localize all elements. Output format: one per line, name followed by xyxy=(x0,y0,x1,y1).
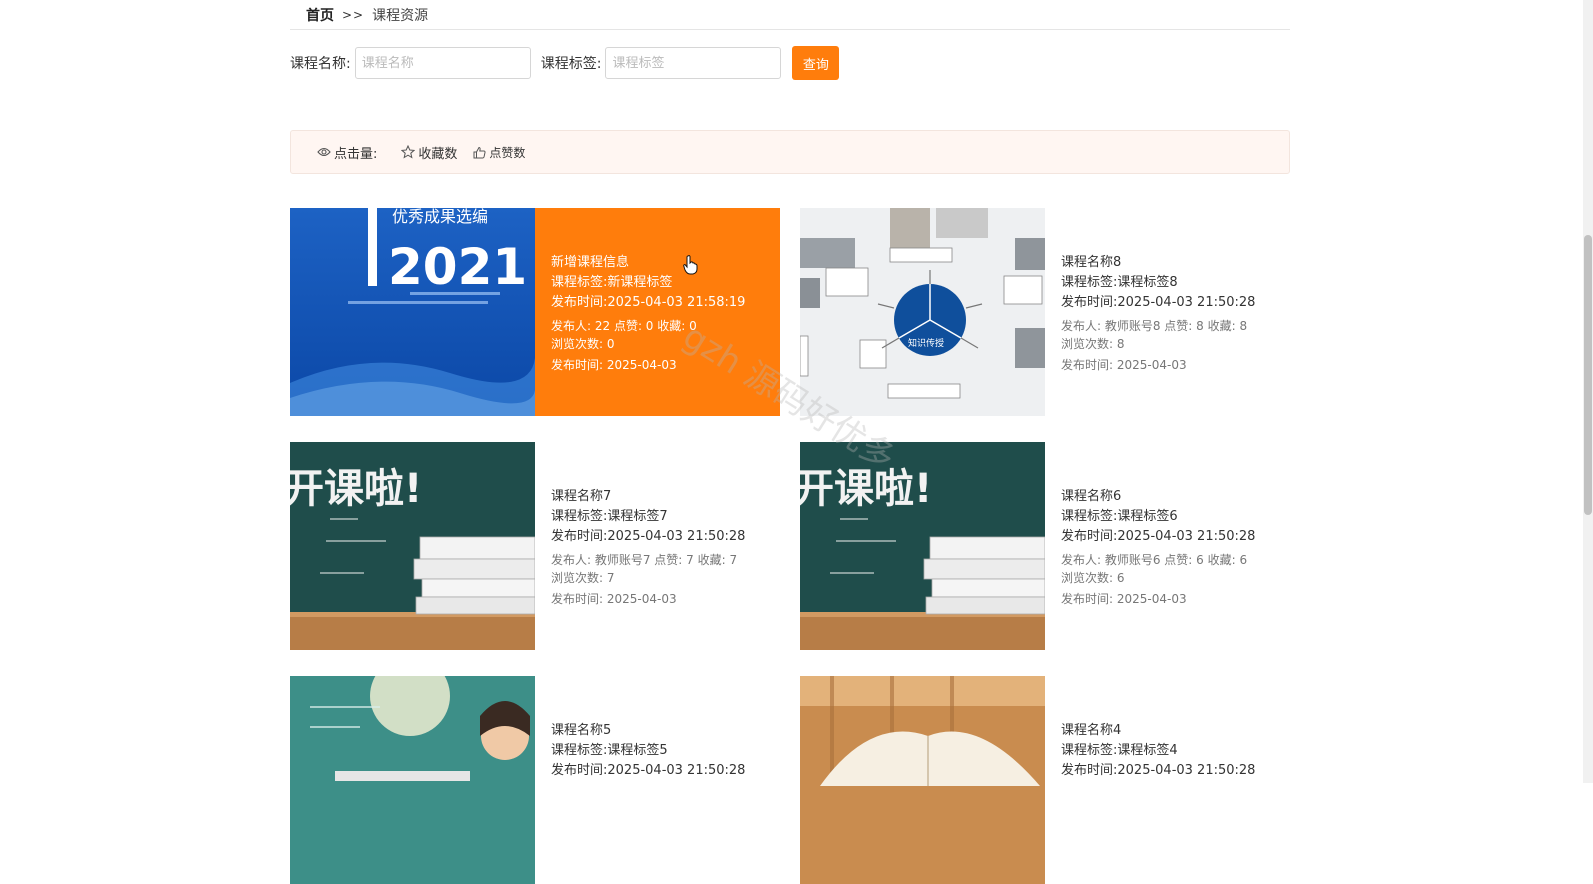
course-info: 课程名称6 课程标签:课程标签6 发布时间:2025-04-03 21:50:2… xyxy=(1045,442,1290,650)
course-title: 新增课程信息 xyxy=(551,255,630,270)
course-date: 发布时间: 2025-04-03 xyxy=(551,592,677,606)
course-stats: 发布人: 教师账号8 点赞: 8 收藏: 8 xyxy=(1061,319,1248,333)
course-card[interactable]: 课程名称5 课程标签:课程标签5 发布时间:2025-04-03 21:50:2… xyxy=(290,676,780,884)
course-date: 发布时间: 2025-04-03 xyxy=(1061,358,1187,372)
course-info: 课程名称5 课程标签:课程标签5 发布时间:2025-04-03 21:50:2… xyxy=(535,676,780,884)
thumb-chalk-text: 开课啦! xyxy=(800,466,932,512)
course-date: 发布时间: 2025-04-03 xyxy=(1061,592,1187,606)
search-form: 课程名称: 课程标签: 查询 xyxy=(290,46,840,80)
thumb-year-text: 2021 xyxy=(388,238,527,296)
course-title: 课程名称4 xyxy=(1061,723,1122,738)
course-stats: 发布人: 22 点赞: 0 收藏: 0 xyxy=(551,319,697,333)
course-views: 浏览次数: 7 xyxy=(551,571,615,585)
course-info: 新增课程信息 课程标签:新课程标签 发布时间:2025-04-03 21:58:… xyxy=(535,208,780,416)
sort-by-clicks[interactable]: 点击量: xyxy=(317,143,377,162)
course-name-label: 课程名称: xyxy=(290,56,351,72)
sort-by-favorites[interactable]: 收藏数 xyxy=(401,143,457,162)
course-card[interactable]: 课程名称4 课程标签:课程标签4 发布时间:2025-04-03 21:50:2… xyxy=(800,676,1290,884)
course-thumbnail[interactable]: 知识传授 xyxy=(800,208,1045,416)
course-tag: 课程标签:课程标签4 xyxy=(1061,743,1178,758)
course-publish-time: 发布时间:2025-04-03 21:50:28 xyxy=(551,529,746,544)
star-icon xyxy=(401,145,416,159)
eye-icon xyxy=(317,147,331,157)
course-tag: 课程标签:课程标签6 xyxy=(1061,509,1178,524)
course-thumbnail[interactable] xyxy=(800,676,1045,884)
course-tag-input[interactable] xyxy=(605,47,782,79)
sort-by-likes[interactable]: 点赞数 xyxy=(473,144,525,161)
course-tag-label: 课程标签: xyxy=(540,56,602,72)
course-name-input[interactable] xyxy=(354,47,531,79)
course-title: 课程名称6 xyxy=(1061,489,1122,504)
course-views: 浏览次数: 0 xyxy=(551,337,615,351)
sort-favorites-label: 收藏数 xyxy=(418,146,458,162)
course-title: 课程名称8 xyxy=(1061,255,1122,270)
course-views: 浏览次数: 6 xyxy=(1061,571,1125,585)
sort-clicks-label: 点击量: xyxy=(334,146,378,162)
course-publish-time: 发布时间:2025-04-03 21:50:28 xyxy=(1061,763,1256,778)
course-card[interactable]: 开课啦! 课程名称7 课程标签:课程标签7 发布时间:2025-04-03 21… xyxy=(290,442,780,650)
course-publish-time: 发布时间:2025-04-03 21:50:28 xyxy=(1061,295,1256,310)
sort-bar: 点击量: 收藏数 点赞数 xyxy=(290,130,1290,174)
hand-cursor-icon xyxy=(683,255,699,279)
breadcrumb-separator: >> xyxy=(342,8,365,22)
course-tag: 课程标签:课程标签8 xyxy=(1061,275,1178,290)
course-tag: 课程标签:课程标签7 xyxy=(551,509,668,524)
course-stats: 发布人: 教师账号7 点赞: 7 收藏: 7 xyxy=(551,553,738,567)
course-card[interactable]: 开课啦! 课程名称6 课程标签:课程标签6 发布时间:2025-04-03 21… xyxy=(800,442,1290,650)
course-title: 课程名称5 xyxy=(551,723,612,738)
course-card[interactable]: 优秀成果选编 2021 新增课程信息 课程标签:新课程标签 发布时间:2025-… xyxy=(290,208,780,416)
course-thumbnail[interactable]: 开课啦! xyxy=(290,442,535,650)
thumb-chalk-text: 开课啦! xyxy=(290,466,422,512)
course-publish-time: 发布时间:2025-04-03 21:50:28 xyxy=(551,763,746,778)
course-card[interactable]: 知识传授 课程名称8 课程标签:课程标签8 发布时间:2025-04-03 21… xyxy=(800,208,1290,416)
course-info: 课程名称7 课程标签:课程标签7 发布时间:2025-04-03 21:50:2… xyxy=(535,442,780,650)
thumbs-up-icon xyxy=(473,146,486,159)
search-button[interactable]: 查询 xyxy=(792,46,840,80)
course-publish-time: 发布时间:2025-04-03 21:58:19 xyxy=(551,295,746,310)
sort-likes-label: 点赞数 xyxy=(489,145,526,160)
course-stats: 发布人: 教师账号6 点赞: 6 收藏: 6 xyxy=(1061,553,1248,567)
scrollbar-thumb[interactable] xyxy=(1584,235,1592,515)
thumb-center-text: 知识传授 xyxy=(908,337,944,349)
course-info: 课程名称8 课程标签:课程标签8 发布时间:2025-04-03 21:50:2… xyxy=(1045,208,1290,416)
breadcrumb-current: 课程资源 xyxy=(372,8,429,24)
course-title: 课程名称7 xyxy=(551,489,612,504)
course-views: 浏览次数: 8 xyxy=(1061,337,1125,351)
course-date: 发布时间: 2025-04-03 xyxy=(551,358,677,372)
course-thumbnail[interactable]: 优秀成果选编 2021 xyxy=(290,208,535,416)
thumb-title-text: 优秀成果选编 xyxy=(392,208,488,226)
course-thumbnail[interactable]: 开课啦! xyxy=(800,442,1045,650)
divider xyxy=(290,29,1290,30)
course-publish-time: 发布时间:2025-04-03 21:50:28 xyxy=(1061,529,1256,544)
course-info: 课程名称4 课程标签:课程标签4 发布时间:2025-04-03 21:50:2… xyxy=(1045,676,1290,884)
course-tag: 课程标签:新课程标签 xyxy=(551,275,673,290)
breadcrumb: 首页 >> 课程资源 xyxy=(306,4,428,26)
course-tag: 课程标签:课程标签5 xyxy=(551,743,668,758)
breadcrumb-home-link[interactable]: 首页 xyxy=(306,5,334,25)
course-thumbnail[interactable] xyxy=(290,676,535,884)
